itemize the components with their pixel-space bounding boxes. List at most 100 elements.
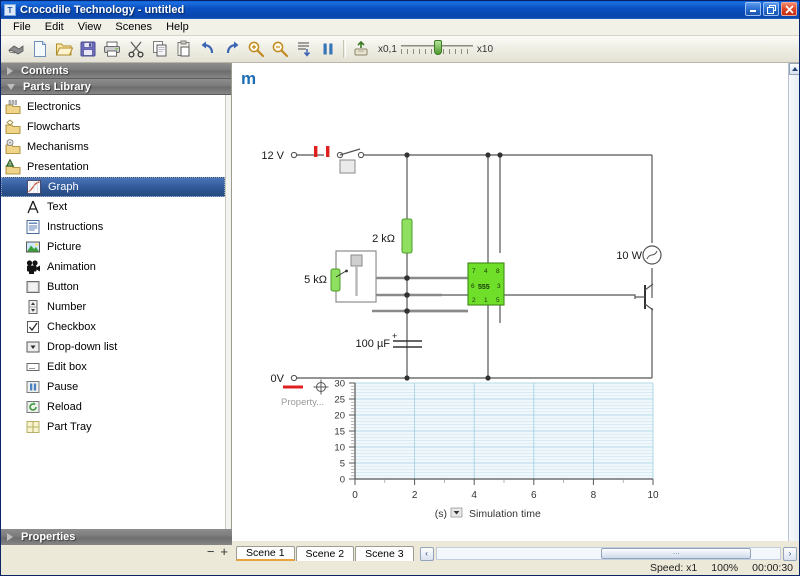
contents-panel-header[interactable]: Contents <box>1 63 231 79</box>
sidebar-item-edit-box[interactable]: Edit box <box>1 357 231 377</box>
sidebar-item-label: Pause <box>47 381 79 393</box>
menu-file[interactable]: File <box>6 20 38 35</box>
y-tick-label: 15 <box>334 427 345 438</box>
close-button[interactable] <box>781 2 797 16</box>
capacitor-polarity: + <box>392 331 397 341</box>
print-button[interactable] <box>101 38 123 60</box>
cut-button[interactable] <box>125 38 147 60</box>
contents-header-label: Contents <box>21 64 69 77</box>
x-axis-minor-ticks <box>384 479 624 483</box>
sidebar-item-checkbox[interactable]: Checkbox <box>1 317 231 337</box>
menu-view[interactable]: View <box>71 20 109 35</box>
chevron-right-icon <box>7 533 13 541</box>
zoom-out-scene-button[interactable]: − <box>207 545 215 558</box>
main-body: Contents Parts Library Electronics Flowc… <box>1 63 799 541</box>
minimize-button[interactable] <box>745 2 761 16</box>
scene-canvas[interactable]: m 12 V 2 kΩ 5 kΩ 7 4 8 6 3 555 2 1 5 100… <box>232 63 799 541</box>
open-button[interactable] <box>53 38 75 60</box>
sidebar-item-button[interactable]: Button <box>1 277 231 297</box>
scroll-up-button[interactable] <box>789 63 799 75</box>
tree-label: Electronics <box>27 101 81 113</box>
sidebar-scrollbar[interactable] <box>225 95 231 541</box>
electronics-folder-icon <box>5 99 21 115</box>
y-tick-label: 30 <box>334 379 345 390</box>
sidebar-item-number[interactable]: Number <box>1 297 231 317</box>
tree-label: Flowcharts <box>27 121 81 133</box>
tree-item-flowcharts[interactable]: Flowcharts <box>1 117 231 137</box>
sidebar-item-reload[interactable]: Reload <box>1 397 231 417</box>
potentiometer-label: 5 kΩ <box>304 274 327 286</box>
zoom-in-scene-button[interactable]: + <box>220 545 228 558</box>
menu-scenes[interactable]: Scenes <box>108 20 159 35</box>
zoom-out-button[interactable] <box>269 38 291 60</box>
tab-scene-3[interactable]: Scene 3 <box>355 546 414 561</box>
simulation-speed-slider[interactable] <box>400 40 473 57</box>
tab-label: Scene 2 <box>305 548 345 560</box>
scroll-right-button[interactable]: › <box>783 546 797 561</box>
tab-scene-2[interactable]: Scene 2 <box>295 546 355 561</box>
restore-button[interactable] <box>763 2 779 16</box>
sidebar-item-label: Drop-down list <box>47 341 118 353</box>
sidebar-item-picture[interactable]: Picture <box>1 237 231 257</box>
ic-pin-5: 5 <box>496 297 500 304</box>
x-tick-label: 6 <box>531 490 537 501</box>
menu-edit[interactable]: Edit <box>38 20 71 35</box>
redo-button[interactable] <box>221 38 243 60</box>
ic-pin-2: 2 <box>472 297 476 304</box>
sidebar-item-animation[interactable]: Animation <box>1 257 231 277</box>
y-tick-label: 10 <box>334 443 345 454</box>
tree-item-presentation[interactable]: Presentation <box>1 157 231 177</box>
supply-label: 12 V <box>261 150 284 162</box>
x-tick-label: 2 <box>412 490 418 501</box>
paste-button[interactable] <box>173 38 195 60</box>
left-panel: Contents Parts Library Electronics Flowc… <box>1 63 232 541</box>
sidebar-item-pause[interactable]: Pause <box>1 377 231 397</box>
menu-help[interactable]: Help <box>159 20 196 35</box>
tab-scene-1[interactable]: Scene 1 <box>236 546 295 561</box>
sidebar-item-dropdown-list[interactable]: Drop-down list <box>1 337 231 357</box>
x-tick-label: 4 <box>471 490 477 501</box>
scene-title-label: m <box>241 69 257 88</box>
speed-min-label: x0,1 <box>378 43 397 55</box>
canvas-vertical-scrollbar[interactable] <box>788 63 799 541</box>
sidebar-item-label: Number <box>47 301 87 313</box>
sidebar-item-text[interactable]: Text <box>1 197 231 217</box>
copy-button[interactable] <box>149 38 171 60</box>
presentation-folder-icon <box>5 158 21 175</box>
ic-pin-8: 8 <box>496 268 500 275</box>
bottom-bar: Properties − + Scene 1 Scene 2 Scene 3 ‹ <box>1 529 799 575</box>
save-button[interactable] <box>77 38 99 60</box>
sidebar-item-label: Edit box <box>47 361 87 373</box>
tree-item-electronics[interactable]: Electronics <box>1 97 231 117</box>
sidebar-item-part-tray[interactable]: Part Tray <box>1 417 231 437</box>
checkbox-icon <box>25 319 41 335</box>
simulation-graph[interactable]: Property... 30 25 20 15 10 5 0 0 2 4 6 8… <box>277 375 697 525</box>
parts-library-header-label: Parts Library <box>23 80 91 93</box>
sidebar-item-instructions[interactable]: Instructions <box>1 217 231 237</box>
new-button[interactable] <box>29 38 51 60</box>
circuit-diagram[interactable]: 12 V 2 kΩ 5 kΩ 7 4 8 6 3 555 2 1 5 100 µ… <box>232 93 788 403</box>
scroll-left-button[interactable]: ‹ <box>419 546 434 561</box>
pause-button[interactable] <box>317 38 339 60</box>
select-tool-button[interactable] <box>5 38 27 60</box>
parts-library-panel-header[interactable]: Parts Library <box>1 79 231 95</box>
graph-icon <box>26 179 42 195</box>
part-tray-icon <box>25 419 41 435</box>
scrollbar-thumb[interactable]: ⋯ <box>601 548 752 559</box>
scrollbar-track[interactable]: ⋯ <box>435 547 781 560</box>
sidebar-item-graph[interactable]: Graph <box>1 177 225 197</box>
ic-type-label: 555 <box>478 284 490 291</box>
chevron-up-icon <box>791 67 798 71</box>
reset-button[interactable] <box>350 38 372 60</box>
sidebar-item-label: Animation <box>47 261 96 273</box>
undo-button[interactable] <box>197 38 219 60</box>
animation-camera-icon <box>25 259 41 275</box>
x-axis-label: Simulation time <box>469 508 541 520</box>
zoom-in-button[interactable] <box>245 38 267 60</box>
y-tick-label: 5 <box>340 459 345 470</box>
tree-item-mechanisms[interactable]: Mechanisms <box>1 137 231 157</box>
slider-thumb[interactable] <box>433 40 442 55</box>
window-controls <box>745 2 797 16</box>
mechanisms-folder-icon <box>5 139 21 155</box>
zoom-fit-button[interactable] <box>293 38 315 60</box>
